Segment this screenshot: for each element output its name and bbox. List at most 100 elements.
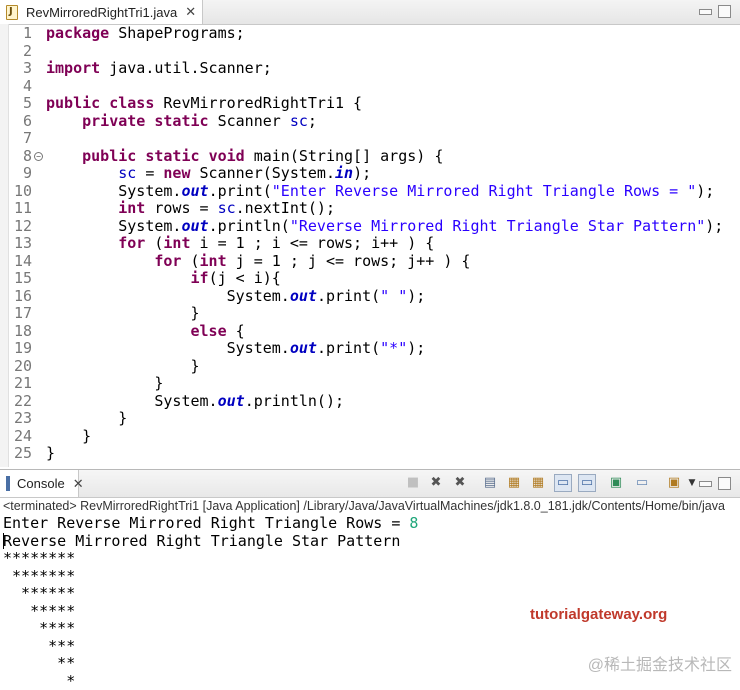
java-file-icon: J xyxy=(6,5,18,19)
remove-launch-icon[interactable]: ✖ xyxy=(428,475,444,491)
code-token: System. xyxy=(46,182,181,200)
code-token: .print( xyxy=(317,287,380,305)
scroll-lock-icon[interactable]: ▦ xyxy=(506,475,522,491)
code-token: ( xyxy=(181,252,199,270)
code-text: else { xyxy=(46,323,245,341)
code-text: System.out.print("*"); xyxy=(46,340,425,358)
code-token: System. xyxy=(46,339,290,357)
static-field-ref: out xyxy=(218,392,245,410)
code-line: 23 } xyxy=(0,410,740,428)
line-number: 10 xyxy=(0,183,32,201)
code-text: public class RevMirroredRightTri1 { xyxy=(46,95,362,113)
code-text: for (int j = 1 ; j <= rows; j++ ) { xyxy=(46,253,470,271)
code-token xyxy=(136,147,145,165)
clear-console-icon[interactable]: ▤ xyxy=(482,475,498,491)
code-token: } xyxy=(46,304,200,322)
line-number: 19 xyxy=(0,340,32,358)
remove-all-icon[interactable]: ✖ xyxy=(452,475,468,491)
open-console-icon[interactable]: ▣ xyxy=(666,475,682,491)
keyword: new xyxy=(163,164,190,182)
code-token: j = 1 ; j <= rows; j++ ) { xyxy=(227,252,471,270)
editor-tab[interactable]: J RevMirroredRightTri1.java ✕ xyxy=(0,0,203,24)
fold-collapse-icon[interactable]: − xyxy=(34,152,43,161)
string-literal: "Enter Reverse Mirrored Right Triangle R… xyxy=(272,182,696,200)
code-token xyxy=(200,147,209,165)
string-literal: "*" xyxy=(380,339,407,357)
console-tab[interactable]: Console ✕ xyxy=(0,470,79,497)
code-token xyxy=(46,234,118,252)
string-literal: " " xyxy=(380,287,407,305)
console-status: <terminated> RevMirroredRightTri1 [Java … xyxy=(0,497,740,515)
line-number: 6 xyxy=(0,113,32,131)
code-text: } xyxy=(46,358,200,376)
minimize-icon[interactable] xyxy=(699,9,712,15)
code-text: private static Scanner sc; xyxy=(46,113,317,131)
code-editor[interactable]: 1package ShapePrograms;23import java.uti… xyxy=(0,24,740,467)
keyword: public xyxy=(46,94,100,112)
star-row: ** xyxy=(3,655,75,673)
code-token: = xyxy=(136,164,163,182)
code-text: System.out.println("Reverse Mirrored Rig… xyxy=(46,218,723,236)
code-token: (j < i){ xyxy=(209,269,281,287)
console-maximize-icon[interactable] xyxy=(718,477,731,490)
keyword: void xyxy=(209,147,245,165)
code-token: ); xyxy=(353,164,371,182)
watermark: @稀土掘金技术社区 xyxy=(588,651,732,675)
code-token: } xyxy=(46,427,91,445)
code-text: System.out.print(" "); xyxy=(46,288,425,306)
show-stdout-icon[interactable]: ▭ xyxy=(554,474,572,492)
code-token: System. xyxy=(46,217,181,235)
string-literal: "Reverse Mirrored Right Triangle Star Pa… xyxy=(290,217,705,235)
keyword: if xyxy=(191,269,209,287)
code-text: System.out.print("Enter Reverse Mirrored… xyxy=(46,183,714,201)
code-token: .print( xyxy=(209,182,272,200)
display-console-icon[interactable]: ▭ xyxy=(634,475,650,491)
code-token: ( xyxy=(145,234,163,252)
code-token: System. xyxy=(46,392,218,410)
code-text: if(j < i){ xyxy=(46,270,281,288)
keyword: for xyxy=(118,234,145,252)
code-text: } xyxy=(46,428,91,446)
code-text: for (int i = 1 ; i <= rows; i++ ) { xyxy=(46,235,434,253)
code-token: i = 1 ; i <= rows; i++ ) { xyxy=(191,234,435,252)
close-icon[interactable]: ✕ xyxy=(185,4,196,20)
view-menu-icon[interactable]: ▼ xyxy=(684,475,700,491)
maximize-icon[interactable] xyxy=(718,5,731,18)
code-token: } xyxy=(46,409,127,427)
console-tab-title: Console xyxy=(17,476,65,491)
code-token xyxy=(100,94,109,112)
code-line: 18 else { xyxy=(0,323,740,341)
static-field-ref: out xyxy=(290,287,317,305)
code-token: ; xyxy=(308,112,317,130)
code-token xyxy=(46,252,154,270)
close-icon[interactable]: ✕ xyxy=(73,476,84,492)
console-user-input: 8 xyxy=(409,514,418,532)
terminate-icon[interactable]: ■ xyxy=(405,475,421,491)
code-token: ); xyxy=(407,339,425,357)
console-header: Console ✕ ■ ✖ ✖ ▤ ▦ ▦ ▭ ▭ ▣ ▭ ▣ ▼ xyxy=(0,469,740,498)
code-line: 13 for (int i = 1 ; i <= rows; i++ ) { xyxy=(0,235,740,253)
line-number: 8 xyxy=(0,148,32,166)
code-line: 20 } xyxy=(0,358,740,376)
star-row: ******** xyxy=(3,550,75,568)
console-header-line: Reverse Mirrored Right Triangle Star Pat… xyxy=(3,533,400,551)
editor-tab-title: RevMirroredRightTri1.java xyxy=(26,5,177,20)
code-line: 10 System.out.print("Enter Reverse Mirro… xyxy=(0,183,740,201)
console-minimize-icon[interactable] xyxy=(699,481,712,487)
code-line: 19 System.out.print("*"); xyxy=(0,340,740,358)
keyword: public xyxy=(82,147,136,165)
line-number: 11 xyxy=(0,200,32,218)
star-row: ***** xyxy=(3,603,75,621)
code-text: public static void main(String[] args) { xyxy=(46,148,443,166)
code-token: System. xyxy=(46,287,290,305)
line-number: 16 xyxy=(0,288,32,306)
static-field-ref: out xyxy=(181,182,208,200)
pin-console-icon[interactable]: ▣ xyxy=(608,475,624,491)
star-row: ******* xyxy=(3,568,75,586)
word-wrap-icon[interactable]: ▦ xyxy=(530,475,546,491)
code-token xyxy=(46,147,82,165)
show-stderr-icon[interactable]: ▭ xyxy=(578,474,596,492)
code-line: 2 xyxy=(0,43,740,61)
code-token xyxy=(46,112,82,130)
keyword: package xyxy=(46,24,109,42)
